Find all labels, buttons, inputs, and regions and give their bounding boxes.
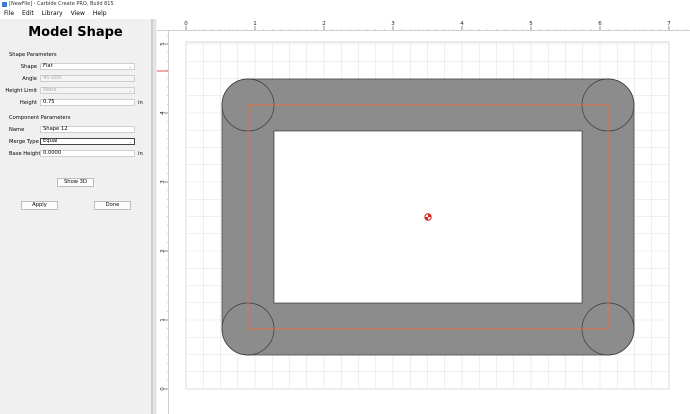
menu-view[interactable]: View	[67, 9, 89, 19]
x-tick-label: 5	[529, 21, 533, 27]
name-value: Shape 12	[43, 126, 68, 132]
angle-input[interactable]: 45.000	[40, 75, 135, 82]
base-height-value: 0.0000	[43, 150, 62, 156]
y-tick-label: 0	[160, 387, 166, 391]
x-tick-label: 0	[184, 21, 188, 27]
panel-title: Model Shape	[28, 25, 123, 40]
height-unit: in	[138, 100, 143, 106]
y-tick-label: 5	[160, 42, 166, 46]
name-input[interactable]: Shape 12	[40, 126, 135, 133]
base-height-label: Base Height	[9, 151, 41, 157]
merge-type-label: Merge Type	[9, 139, 39, 145]
chevron-down-icon: ⌄	[128, 64, 132, 69]
show-3d-button[interactable]: Show 3D	[57, 178, 94, 187]
design-canvas[interactable]: 0 1 2 3 4 5 6 7 5 4 3 2 1 0	[157, 19, 690, 414]
chevron-down-icon: ⌄	[128, 139, 132, 144]
x-tick-label: 2	[322, 21, 326, 27]
height-limit-label: Height Limit	[5, 88, 37, 94]
angle-value: 45.000	[43, 75, 62, 81]
done-button[interactable]: Done	[94, 201, 131, 210]
height-input[interactable]: 0.75	[40, 99, 135, 106]
merge-type-select[interactable]: Equal ⌄	[40, 138, 135, 145]
shape-label: Shape	[20, 64, 37, 70]
shape-value: Flat	[43, 63, 53, 69]
base-height-input[interactable]: 0.0000	[40, 150, 135, 157]
component-parameters-heading: Component Parameters	[9, 115, 71, 121]
x-tick-label: 1	[253, 21, 257, 27]
chevron-down-icon: ⌄	[128, 88, 132, 93]
shape-select[interactable]: Flat ⌄	[40, 63, 135, 70]
x-tick-label: 6	[598, 21, 602, 27]
merge-type-value: Equal	[43, 138, 58, 144]
base-height-unit: in	[138, 151, 143, 157]
model-shape-panel: Model Shape Shape Parameters Shape Flat …	[0, 19, 151, 414]
origin-marker-icon	[424, 213, 432, 221]
menu-bar: File Edit Library View Help	[0, 9, 690, 19]
apply-button[interactable]: Apply	[21, 201, 58, 210]
menu-edit[interactable]: Edit	[18, 9, 38, 19]
horizontal-ruler: 0 1 2 3 4 5 6 7	[157, 19, 690, 31]
x-tick-label: 7	[667, 21, 671, 27]
x-tick-label: 4	[460, 21, 464, 27]
y-tick-label: 2	[160, 249, 166, 253]
x-tick-label: 3	[391, 21, 395, 27]
menu-library[interactable]: Library	[38, 9, 67, 19]
drawing-area[interactable]	[169, 31, 690, 414]
height-limit-select[interactable]: None ⌄	[40, 87, 135, 94]
angle-label: Angle	[22, 76, 37, 82]
y-tick-label: 3	[160, 180, 166, 184]
height-limit-value: None	[43, 87, 57, 93]
height-value: 0.75	[43, 99, 55, 105]
height-label: Height	[19, 100, 37, 106]
y-tick-label: 4	[160, 111, 166, 115]
vertical-ruler: 5 4 3 2 1 0	[157, 31, 169, 414]
menu-help[interactable]: Help	[89, 9, 111, 19]
y-tick-label: 1	[160, 318, 166, 322]
window-title: [NewFile] - Carbide Create PRO, Build 81…	[9, 1, 114, 7]
window-titlebar: [NewFile] - Carbide Create PRO, Build 81…	[0, 0, 690, 9]
menu-file[interactable]: File	[0, 9, 18, 19]
app-icon	[2, 2, 7, 7]
name-label: Name	[9, 127, 25, 133]
shape-parameters-heading: Shape Parameters	[9, 52, 57, 58]
panel-scrollbar[interactable]	[153, 19, 156, 414]
